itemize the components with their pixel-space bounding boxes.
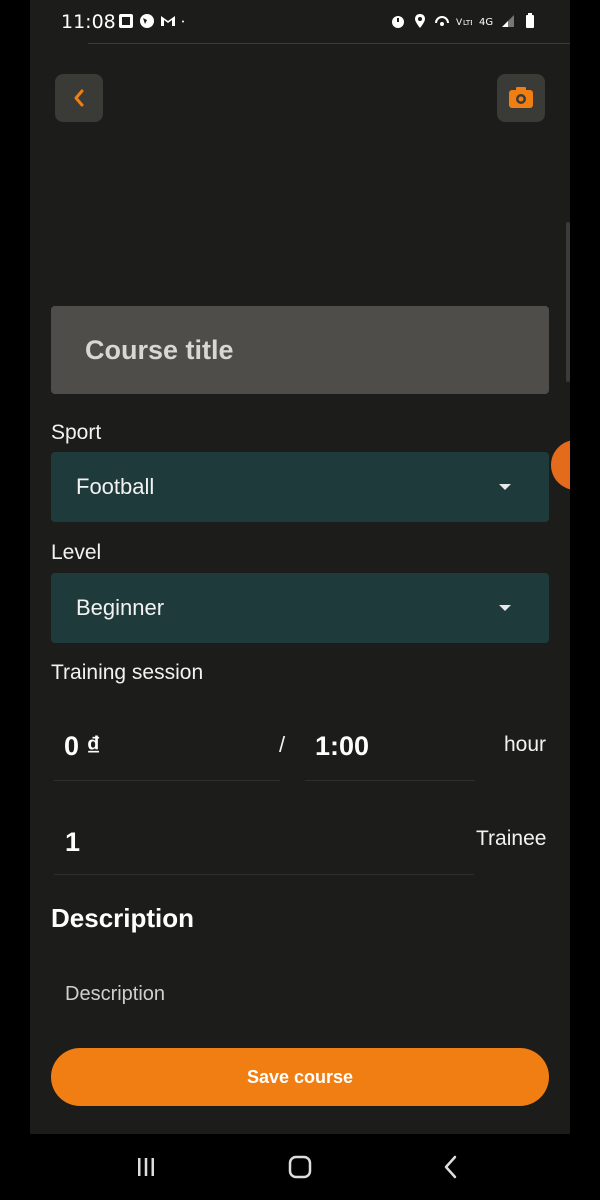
volte-icon: VLTE — [456, 18, 472, 28]
training-session-label: Training session — [51, 661, 204, 684]
sport-label: Sport — [51, 421, 102, 444]
location-icon — [415, 14, 425, 28]
battery-icon — [526, 13, 534, 28]
price-underline — [54, 780, 280, 781]
dot-icon — [182, 20, 184, 23]
sport-value: Football — [76, 474, 155, 499]
course-title-input[interactable]: Course title — [51, 306, 549, 394]
gallery-icon — [119, 14, 133, 28]
duration-underline — [305, 780, 475, 781]
home-icon[interactable] — [286, 1153, 314, 1181]
svg-text:V: V — [456, 18, 463, 28]
status-divider — [88, 43, 570, 44]
camera-button[interactable] — [497, 74, 545, 122]
hotspot-icon — [435, 16, 449, 26]
status-bar: 11:08 VLTE 4G — [30, 0, 570, 44]
trainee-count-input[interactable]: 1 — [65, 827, 80, 858]
svg-text:4G: 4G — [479, 17, 493, 28]
recents-icon[interactable] — [133, 1154, 159, 1180]
app-screen: 11:08 VLTE 4G Course title — [30, 0, 570, 1200]
alarm-icon — [392, 16, 404, 28]
dropdown-arrow-icon — [499, 484, 511, 490]
chevron-left-icon — [74, 89, 84, 107]
sport-select[interactable]: Football — [51, 452, 549, 522]
system-nav-bar — [30, 1134, 570, 1200]
gmail-icon — [161, 16, 175, 26]
description-input[interactable]: Description — [65, 983, 165, 1006]
4g-icon: 4G — [479, 17, 493, 28]
svg-text:LTE: LTE — [463, 19, 472, 27]
level-select[interactable]: Beginner — [51, 573, 549, 643]
status-time: 11:08 — [61, 11, 116, 33]
dropdown-arrow-icon — [499, 605, 511, 611]
scrollbar[interactable] — [566, 222, 570, 382]
globe-icon — [140, 14, 154, 28]
trainee-unit: Trainee — [476, 827, 547, 850]
level-label: Level — [51, 541, 102, 564]
price-input[interactable]: 0 ₫ — [64, 731, 100, 762]
floating-bubble-icon[interactable] — [551, 440, 570, 490]
signal-icon — [502, 15, 514, 27]
back-icon[interactable] — [438, 1153, 464, 1181]
duration-input[interactable]: 1:00 — [315, 731, 369, 762]
duration-unit: hour — [504, 733, 547, 756]
back-button[interactable] — [55, 74, 103, 122]
level-value: Beginner — [76, 595, 165, 620]
description-heading: Description — [51, 903, 195, 933]
price-duration-separator: / — [279, 732, 286, 757]
save-course-button[interactable]: Save course — [51, 1048, 549, 1106]
camera-icon — [509, 87, 533, 108]
trainee-underline — [54, 874, 474, 875]
